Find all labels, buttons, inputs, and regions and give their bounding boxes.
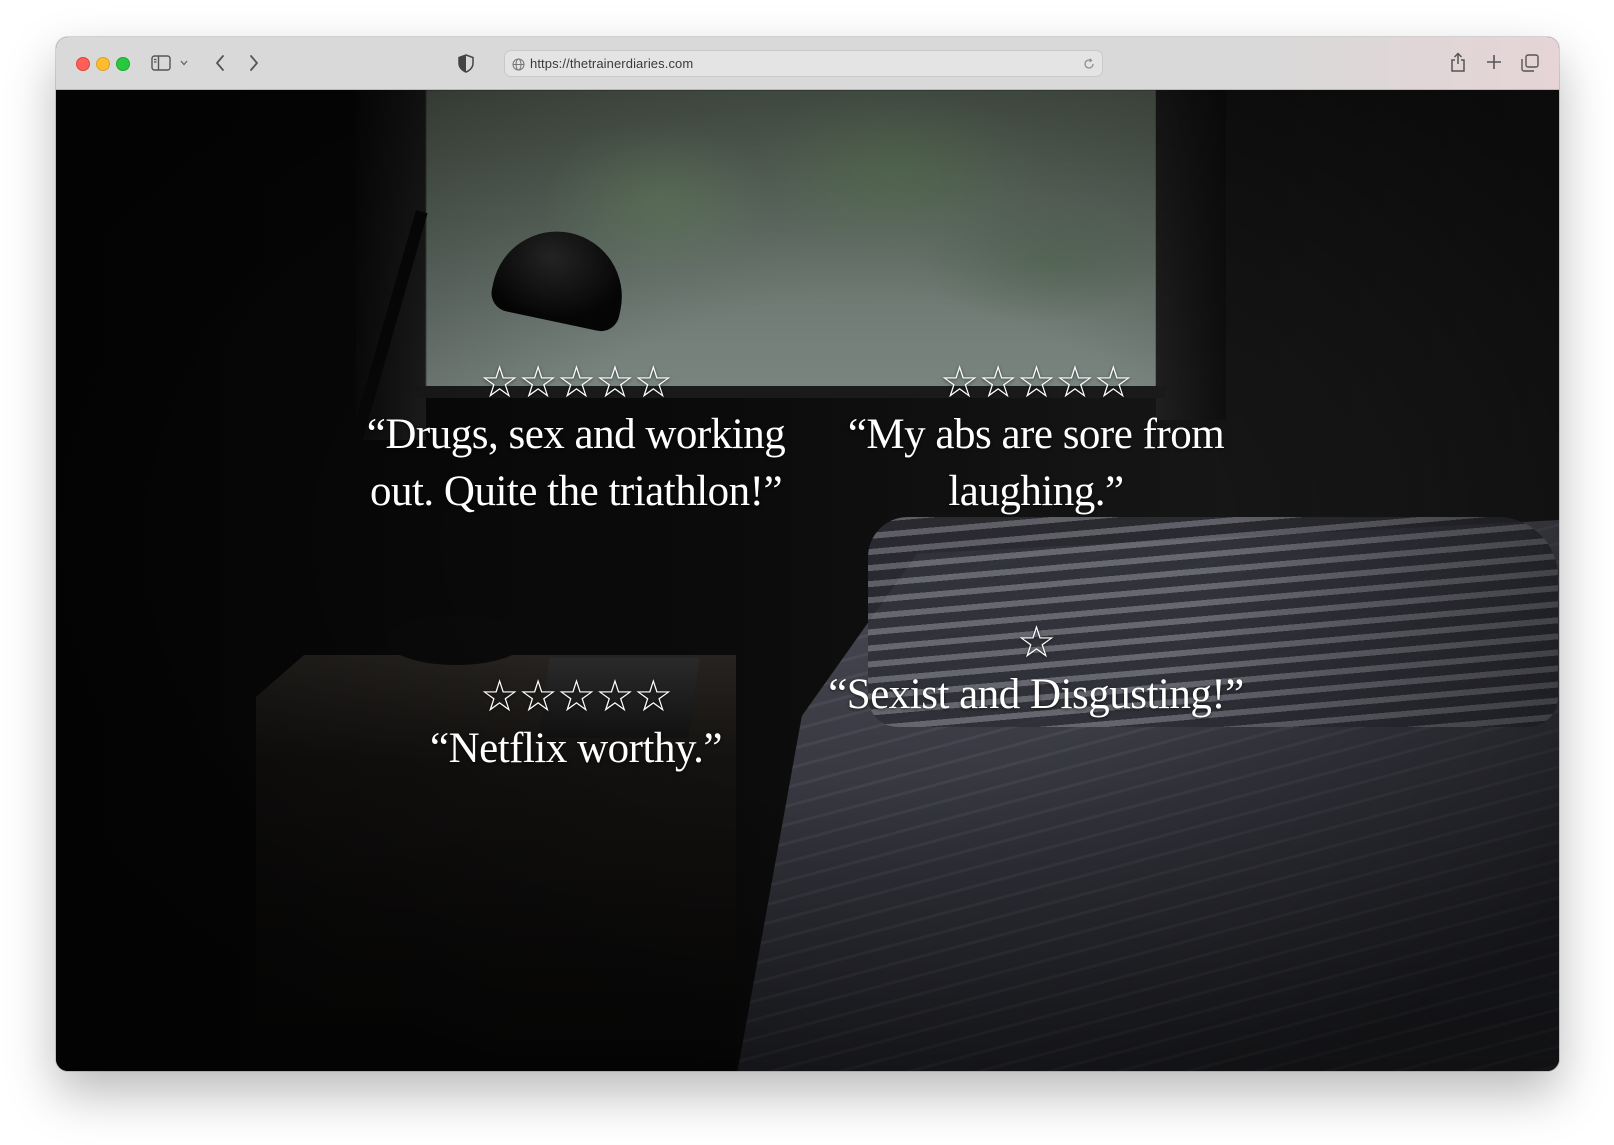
reload-icon[interactable] bbox=[1082, 57, 1096, 71]
minimize-window-button[interactable] bbox=[96, 57, 110, 71]
review-card: ☆☆☆☆☆ “Drugs, sex and working out. Quite… bbox=[356, 360, 796, 520]
address-bar[interactable]: https://thetrainerdiaries.com bbox=[504, 50, 1103, 77]
privacy-shield-icon[interactable] bbox=[456, 52, 476, 74]
new-tab-plus-icon[interactable] bbox=[1484, 52, 1504, 72]
review-quote: “My abs are sore from laughing.” bbox=[847, 411, 1225, 515]
star-rating: ☆☆☆☆☆ bbox=[939, 357, 1133, 408]
maximize-window-button[interactable] bbox=[116, 57, 130, 71]
review-quote: “Netflix worthy.” bbox=[430, 725, 723, 772]
star-rating: ☆☆☆☆☆ bbox=[479, 357, 673, 408]
desk-lamp-base bbox=[386, 615, 526, 665]
browser-window: https://thetrainerdiaries.com ☆☆☆☆☆ “Dru… bbox=[56, 37, 1559, 1071]
forward-arrow-icon[interactable] bbox=[244, 52, 264, 74]
review-quote: “Sexist and Disgusting!” bbox=[828, 671, 1244, 718]
browser-toolbar: https://thetrainerdiaries.com bbox=[56, 37, 1559, 90]
back-arrow-icon[interactable] bbox=[210, 52, 230, 74]
close-window-button[interactable] bbox=[76, 57, 90, 71]
chevron-down-icon[interactable] bbox=[178, 57, 190, 69]
star-rating: ☆☆☆☆☆ bbox=[479, 671, 673, 722]
url-text: https://thetrainerdiaries.com bbox=[530, 56, 694, 71]
review-card: ☆ “Sexist and Disgusting!” bbox=[786, 620, 1286, 723]
page-content: ☆☆☆☆☆ “Drugs, sex and working out. Quite… bbox=[56, 90, 1559, 1071]
review-card: ☆☆☆☆☆ “My abs are sore from laughing.” bbox=[816, 360, 1256, 520]
globe-icon bbox=[511, 57, 525, 71]
review-card: ☆☆☆☆☆ “Netflix worthy.” bbox=[356, 674, 796, 777]
star-rating: ☆ bbox=[1016, 617, 1056, 668]
review-quote: “Drugs, sex and working out. Quite the t… bbox=[366, 411, 786, 515]
tab-overview-icon[interactable] bbox=[1519, 52, 1541, 74]
share-icon[interactable] bbox=[1448, 50, 1468, 74]
sidebar-icon[interactable] bbox=[150, 53, 172, 73]
